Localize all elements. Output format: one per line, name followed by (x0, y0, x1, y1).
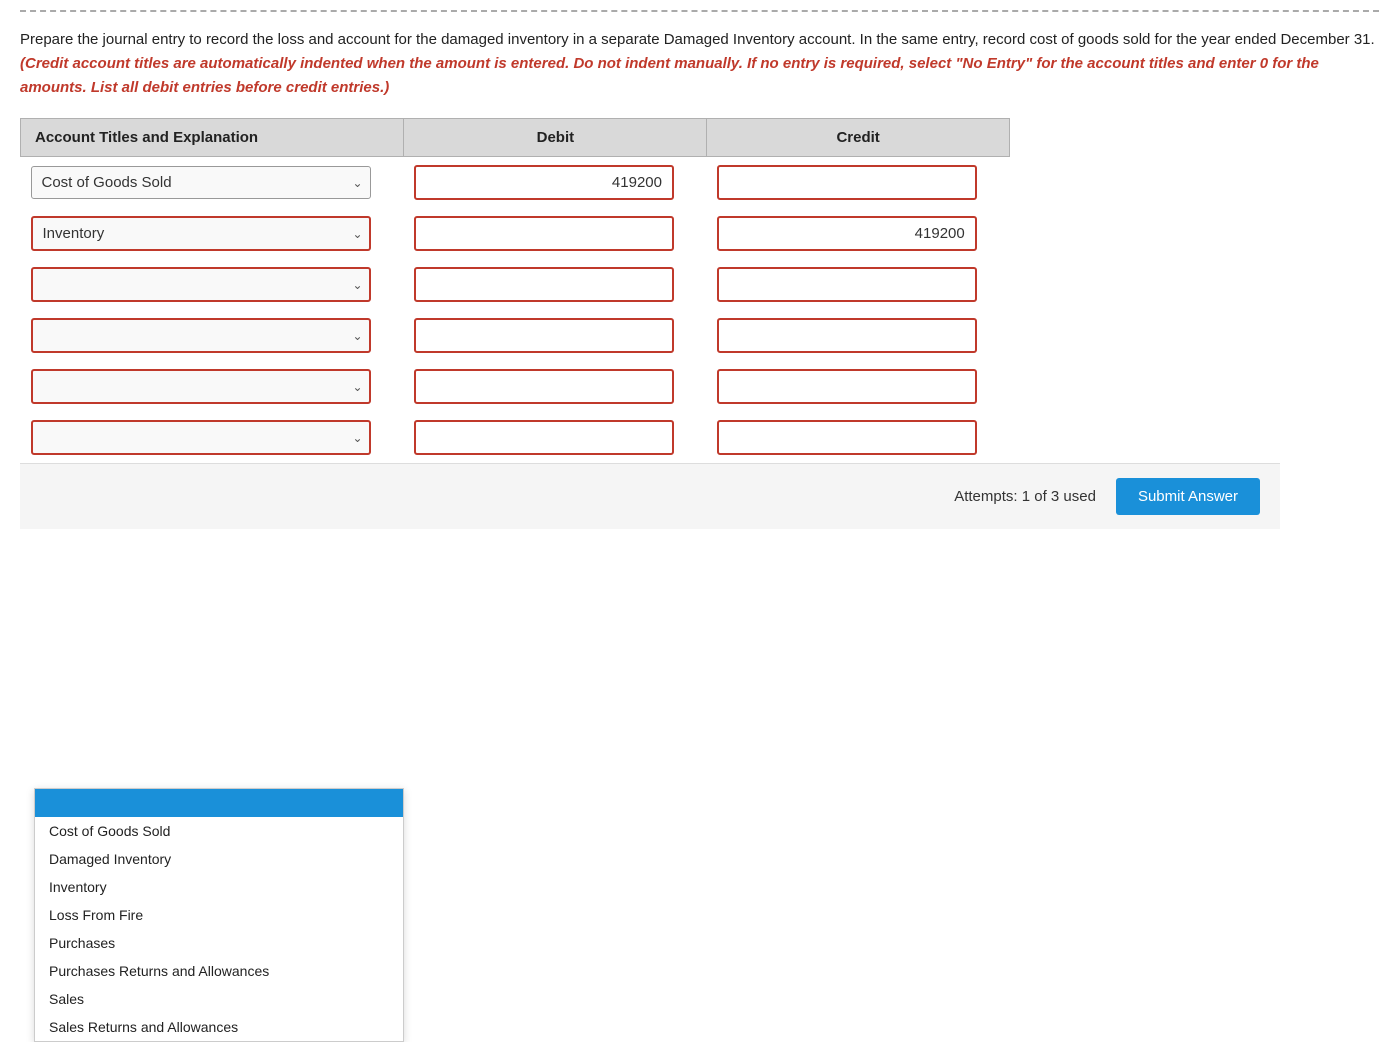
account-cell: Cost of Goods Sold ⌄ (21, 157, 404, 209)
table-row: ⌄ (21, 259, 1010, 310)
account-cell: ⌄ (21, 259, 404, 310)
dropdown-item-sales-returns[interactable]: Sales Returns and Allowances (35, 1013, 403, 1041)
table-header-row: Account Titles and Explanation Debit Cre… (21, 119, 1010, 157)
debit-cell (404, 259, 707, 310)
journal-table: Account Titles and Explanation Debit Cre… (20, 118, 1010, 463)
submit-answer-button[interactable]: Submit Answer (1116, 478, 1260, 515)
table-row: ⌄ (21, 310, 1010, 361)
account-cell: ⌄ (21, 310, 404, 361)
top-dashed-border (20, 10, 1379, 12)
instruction-text-1: Prepare the journal entry to record the … (20, 31, 872, 48)
account-select-wrapper: ⌄ (31, 369, 371, 404)
debit-input-5[interactable] (414, 369, 674, 404)
debit-cell (404, 208, 707, 259)
debit-input-2[interactable] (414, 216, 674, 251)
account-cell: Inventory ⌄ (21, 208, 404, 259)
credit-cell (707, 310, 1010, 361)
dropdown-item-damaged-inventory[interactable]: Damaged Inventory (35, 845, 403, 873)
col-header-credit: Credit (707, 119, 1010, 157)
instruction-red-text: (Credit account titles are automatically… (20, 55, 1319, 96)
debit-cell (404, 157, 707, 209)
debit-input-6[interactable] (414, 420, 674, 455)
account-select-wrapper: ⌄ (31, 318, 371, 353)
debit-input-1[interactable] (414, 165, 674, 200)
table-row: Inventory ⌄ (21, 208, 1010, 259)
credit-cell (707, 412, 1010, 463)
journal-entry-section: Account Titles and Explanation Debit Cre… (20, 118, 1379, 463)
account-cell: ⌄ (21, 412, 404, 463)
col-header-account: Account Titles and Explanation (21, 119, 404, 157)
account-select-wrapper: Inventory ⌄ (31, 216, 371, 251)
debit-cell (404, 412, 707, 463)
table-row: Cost of Goods Sold ⌄ (21, 157, 1010, 209)
instruction-text-2: the same entry, record cost of goods sol… (876, 31, 1374, 48)
credit-cell (707, 259, 1010, 310)
dropdown-item-loss-from-fire[interactable]: Loss From Fire (35, 901, 403, 929)
dropdown-item-inventory[interactable]: Inventory (35, 873, 403, 901)
attempts-text: Attempts: 1 of 3 used (954, 488, 1096, 505)
account-select-2[interactable]: Inventory (31, 216, 371, 251)
debit-input-3[interactable] (414, 267, 674, 302)
credit-input-3[interactable] (717, 267, 977, 302)
footer-bar: Attempts: 1 of 3 used Submit Answer (20, 463, 1280, 529)
account-select-5[interactable] (31, 369, 371, 404)
dropdown-item-cogs[interactable]: Cost of Goods Sold (35, 817, 403, 845)
account-select-wrapper: ⌄ (31, 420, 371, 455)
credit-input-5[interactable] (717, 369, 977, 404)
account-select-3[interactable] (31, 267, 371, 302)
credit-cell (707, 157, 1010, 209)
dropdown-item-purchases-returns[interactable]: Purchases Returns and Allowances (35, 957, 403, 985)
credit-input-1[interactable] (717, 165, 977, 200)
credit-input-2[interactable] (717, 216, 977, 251)
dropdown-search-bar (35, 789, 403, 817)
col-header-debit: Debit (404, 119, 707, 157)
account-select-4[interactable] (31, 318, 371, 353)
table-row: ⌄ (21, 361, 1010, 412)
credit-input-4[interactable] (717, 318, 977, 353)
dropdown-item-purchases[interactable]: Purchases (35, 929, 403, 957)
debit-cell (404, 361, 707, 412)
account-select-1[interactable]: Cost of Goods Sold (31, 166, 371, 199)
instructions-block: Prepare the journal entry to record the … (20, 28, 1379, 100)
credit-cell (707, 208, 1010, 259)
credit-cell (707, 361, 1010, 412)
debit-input-4[interactable] (414, 318, 674, 353)
account-dropdown-menu: Cost of Goods Sold Damaged Inventory Inv… (34, 788, 404, 1042)
credit-input-6[interactable] (717, 420, 977, 455)
account-select-wrapper: Cost of Goods Sold ⌄ (31, 166, 371, 199)
account-select-wrapper: ⌄ (31, 267, 371, 302)
table-row: ⌄ (21, 412, 1010, 463)
dropdown-item-sales[interactable]: Sales (35, 985, 403, 1013)
debit-cell (404, 310, 707, 361)
account-cell: ⌄ (21, 361, 404, 412)
account-select-6[interactable] (31, 420, 371, 455)
